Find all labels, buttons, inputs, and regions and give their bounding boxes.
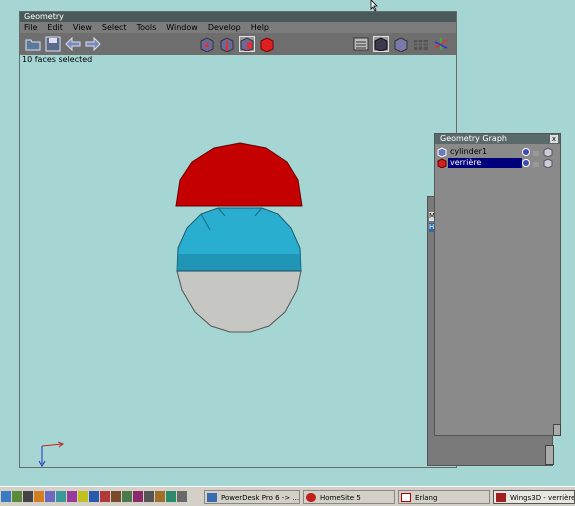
vertex-mode-icon[interactable] bbox=[199, 36, 215, 53]
redo-icon[interactable] bbox=[85, 36, 101, 52]
app-icon[interactable] bbox=[144, 491, 154, 502]
object-name-selected[interactable]: verrière bbox=[448, 158, 522, 168]
menu-window[interactable]: Window bbox=[162, 23, 204, 32]
body-mode-icon[interactable] bbox=[259, 36, 275, 53]
list-item[interactable]: verrière bbox=[437, 158, 555, 168]
menu-edit[interactable]: Edit bbox=[43, 23, 69, 32]
eye-icon[interactable] bbox=[522, 159, 530, 167]
graph-resize-handle[interactable] bbox=[553, 424, 561, 436]
homesite-icon bbox=[306, 493, 316, 502]
mouse-cursor-icon bbox=[370, 0, 378, 12]
open-icon[interactable] bbox=[25, 36, 41, 52]
taskbar-item-powerdesk[interactable]: PowerDesk Pro 6 -> ... bbox=[204, 490, 300, 504]
task-label: PowerDesk Pro 6 -> ... bbox=[221, 494, 300, 502]
status-message: 10 faces selected bbox=[22, 55, 93, 64]
lock-icon[interactable] bbox=[532, 148, 540, 156]
menu-bar: File Edit View Select Tools Window Devel… bbox=[20, 22, 456, 33]
taskbar: PowerDesk Pro 6 -> ... HomeSite 5 Erlang… bbox=[0, 486, 575, 506]
wireframe-icon[interactable] bbox=[413, 36, 429, 52]
face-mode-icon[interactable] bbox=[239, 36, 255, 52]
app-icon[interactable] bbox=[89, 491, 99, 502]
menu-tools[interactable]: Tools bbox=[133, 23, 163, 32]
toolbar bbox=[20, 33, 456, 55]
lock-icon[interactable] bbox=[532, 159, 540, 167]
desktop-icon[interactable] bbox=[23, 491, 33, 502]
quicklaunch-icon[interactable] bbox=[12, 491, 22, 502]
app-icon[interactable] bbox=[155, 491, 165, 502]
menu-view[interactable]: View bbox=[69, 23, 98, 32]
object-cube-icon bbox=[437, 147, 447, 157]
window-title[interactable]: Geometry bbox=[20, 12, 456, 22]
smooth-shade-icon[interactable] bbox=[373, 36, 389, 52]
task-label: Wings3D - verrière.wi.. bbox=[510, 494, 574, 502]
axes-icon[interactable] bbox=[433, 36, 449, 52]
dome-selected bbox=[175, 142, 303, 207]
wire-icon[interactable] bbox=[543, 158, 553, 168]
powerdesk-icon bbox=[207, 493, 217, 502]
app-icon[interactable] bbox=[122, 491, 132, 502]
geometry-graph-window: Geometry Graph x cylinder1 verrière bbox=[434, 133, 561, 436]
menu-file[interactable]: File bbox=[20, 23, 43, 32]
save-icon[interactable] bbox=[45, 36, 61, 52]
object-name[interactable]: cylinder1 bbox=[448, 147, 489, 157]
workmode-icon[interactable] bbox=[353, 36, 369, 52]
app-icon[interactable] bbox=[166, 491, 176, 502]
menu-help[interactable]: Help bbox=[247, 23, 275, 32]
taskbar-item-wings3d[interactable]: Wings3D - verrière.wi.. bbox=[493, 490, 575, 504]
wings3d-icon bbox=[496, 493, 506, 502]
wire-icon[interactable] bbox=[543, 147, 553, 157]
close-button[interactable]: x bbox=[550, 135, 558, 143]
eye-icon[interactable] bbox=[522, 148, 530, 156]
graph-title[interactable]: Geometry Graph bbox=[435, 134, 560, 144]
menu-select[interactable]: Select bbox=[98, 23, 133, 32]
panel-resize-handle[interactable] bbox=[545, 445, 554, 465]
app-icon[interactable] bbox=[177, 491, 187, 502]
undo-icon[interactable] bbox=[65, 36, 81, 52]
app-icon[interactable] bbox=[133, 491, 143, 502]
erlang-icon bbox=[401, 493, 411, 502]
app-icon[interactable] bbox=[78, 491, 88, 502]
firefox-icon[interactable] bbox=[34, 491, 44, 502]
app-icon[interactable] bbox=[111, 491, 121, 502]
list-item[interactable]: cylinder1 bbox=[437, 147, 555, 157]
ie-icon[interactable] bbox=[1, 491, 11, 502]
menu-develop[interactable]: Develop bbox=[204, 23, 247, 32]
sphere-bottom bbox=[176, 270, 302, 333]
flat-shade-icon[interactable] bbox=[393, 36, 409, 53]
app-icon[interactable] bbox=[56, 491, 66, 502]
task-label: HomeSite 5 bbox=[320, 494, 361, 502]
object-cube-icon bbox=[437, 158, 447, 168]
geometry-window: Geometry File Edit View Select Tools Win… bbox=[19, 11, 457, 468]
task-label: Erlang bbox=[415, 494, 438, 502]
app-icon[interactable] bbox=[67, 491, 77, 502]
app-icon[interactable] bbox=[100, 491, 110, 502]
taskbar-item-homesite[interactable]: HomeSite 5 bbox=[303, 490, 395, 504]
axis-gizmo bbox=[38, 441, 65, 467]
viewport-model[interactable] bbox=[170, 140, 310, 336]
app-icon[interactable] bbox=[45, 491, 55, 502]
taskbar-item-erlang[interactable]: Erlang bbox=[398, 490, 490, 504]
edge-mode-icon[interactable] bbox=[219, 36, 235, 53]
